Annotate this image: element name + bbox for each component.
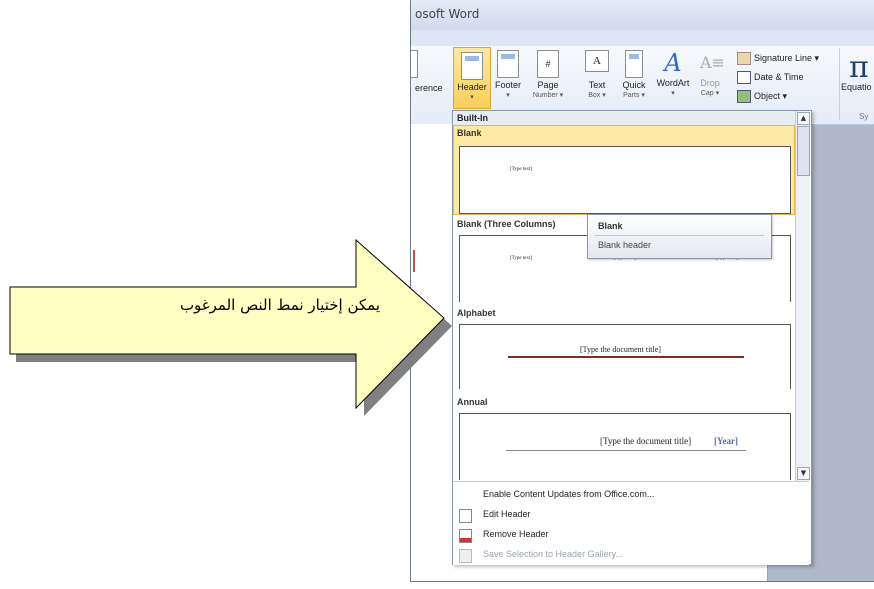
tooltip-divider <box>594 235 764 236</box>
page-number-label: Page <box>537 80 559 90</box>
header-label: Header <box>457 82 487 92</box>
calendar-icon <box>737 71 751 84</box>
callout-shape <box>9 238 445 410</box>
edit-header-icon <box>459 509 472 523</box>
scroll-down-icon[interactable]: ▼ <box>797 467 810 480</box>
gallery-menu: Enable Content Updates from Office.com..… <box>453 481 809 565</box>
window-title: osoft Word <box>415 7 480 21</box>
thumbnail-alphabet[interactable]: [Type the document title] <box>459 324 791 389</box>
object-button[interactable]: Object ▾ <box>737 90 787 103</box>
text-box-sub: Box ▾ <box>588 92 606 99</box>
date-time-label: Date & Time <box>754 71 804 82</box>
remove-header-icon <box>459 529 472 543</box>
wordart-icon: A <box>664 49 682 77</box>
gallery-item-label: Alphabet <box>457 308 496 318</box>
footer-label: Footer <box>494 80 521 90</box>
quick-parts-label: Quick <box>622 80 646 90</box>
gallery-scrollbar[interactable]: ▲ ▼ <box>795 111 810 481</box>
drop-cap-button[interactable]: A≡ Drop Cap ▾ <box>695 46 725 108</box>
scroll-thumb[interactable] <box>797 126 810 176</box>
signature-line-label: Signature Line ▾ <box>754 52 820 63</box>
title-bar: osoft Word <box>411 0 874 30</box>
gallery-item-label: Blank (Three Columns) <box>457 219 556 229</box>
group-divider <box>839 48 840 120</box>
ribbon-tabs <box>411 30 874 46</box>
equation-icon[interactable]: π <box>849 50 869 85</box>
partial-icon <box>411 50 418 78</box>
text-box-icon: A <box>585 50 609 72</box>
placeholder-text: [Type the document title] <box>580 345 661 354</box>
page-number-button[interactable]: # Page Number ▾ <box>527 46 569 108</box>
drop-cap-label: Drop <box>700 78 720 88</box>
partial-label: erence <box>415 83 443 93</box>
signature-icon <box>737 52 751 65</box>
tooltip-title: Blank <box>598 221 623 231</box>
footer-icon <box>497 50 519 78</box>
gallery-item-label: Blank <box>457 128 482 138</box>
header-gallery-dropdown: Built-In Blank [Type text] Blank (Three … <box>452 110 812 565</box>
quick-parts-sub: Parts ▾ <box>623 92 645 99</box>
date-time-button[interactable]: Date & Time <box>737 71 804 84</box>
object-label: Object ▾ <box>754 90 788 101</box>
header-button[interactable]: Header ▾ <box>453 47 491 109</box>
placeholder-year: [Year] <box>714 436 738 446</box>
header-dropdown-icon: ▾ <box>470 94 474 101</box>
footer-dropdown-icon: ▾ <box>506 92 510 99</box>
gallery-item-label: Annual <box>457 397 488 407</box>
callout-text: يمكن إختيار نمط النص المرغوب <box>179 296 380 314</box>
page-number-sub: Number ▾ <box>532 92 564 99</box>
wordart-dropdown-icon: ▾ <box>671 90 675 97</box>
drop-cap-icon: A≡ <box>700 53 725 72</box>
menu-edit-header[interactable]: Edit Header <box>483 509 531 519</box>
title-rule <box>508 356 744 358</box>
title-rule <box>506 450 746 451</box>
tooltip: Blank Blank header <box>587 214 772 259</box>
scroll-up-icon[interactable]: ▲ <box>797 112 810 125</box>
equation-label[interactable]: Equatio <box>841 82 872 92</box>
menu-enable-content-updates[interactable]: Enable Content Updates from Office.com..… <box>483 489 654 499</box>
save-selection-icon <box>459 549 472 563</box>
wordart-label: WordArt <box>656 78 690 88</box>
placeholder-text: [Type text] <box>510 256 533 261</box>
quick-parts-button[interactable]: Quick Parts ▾ <box>617 46 651 108</box>
thumbnail-blank[interactable]: [Type text] <box>459 146 791 214</box>
thumbnail-annual[interactable]: [Type the document title] [Year] <box>459 413 791 480</box>
signature-line-button[interactable]: Signature Line ▾ <box>737 52 819 65</box>
wordart-button[interactable]: A WordArt ▾ <box>653 46 693 108</box>
quick-parts-icon <box>625 50 643 78</box>
callout-arrow <box>9 238 452 416</box>
section-built-in: Built-In <box>453 111 795 125</box>
header-icon <box>461 52 483 80</box>
tooltip-text: Blank header <box>598 240 652 250</box>
text-box-label: Text <box>588 80 606 90</box>
menu-remove-header[interactable]: Remove Header <box>483 529 549 539</box>
drop-cap-sub: Cap ▾ <box>700 90 720 97</box>
menu-save-selection: Save Selection to Header Gallery... <box>483 549 623 559</box>
symbols-group-label: Sy <box>859 112 869 121</box>
placeholder-text: [Type the document title] <box>600 436 692 446</box>
gallery-list: Built-In Blank [Type text] Blank (Three … <box>453 111 795 481</box>
text-box-button[interactable]: A Text Box ▾ <box>581 46 613 108</box>
page-number-icon: # <box>537 50 559 78</box>
footer-button[interactable]: Footer ▾ <box>491 46 525 108</box>
placeholder-text: [Type text] <box>510 167 533 172</box>
object-icon <box>737 90 751 103</box>
